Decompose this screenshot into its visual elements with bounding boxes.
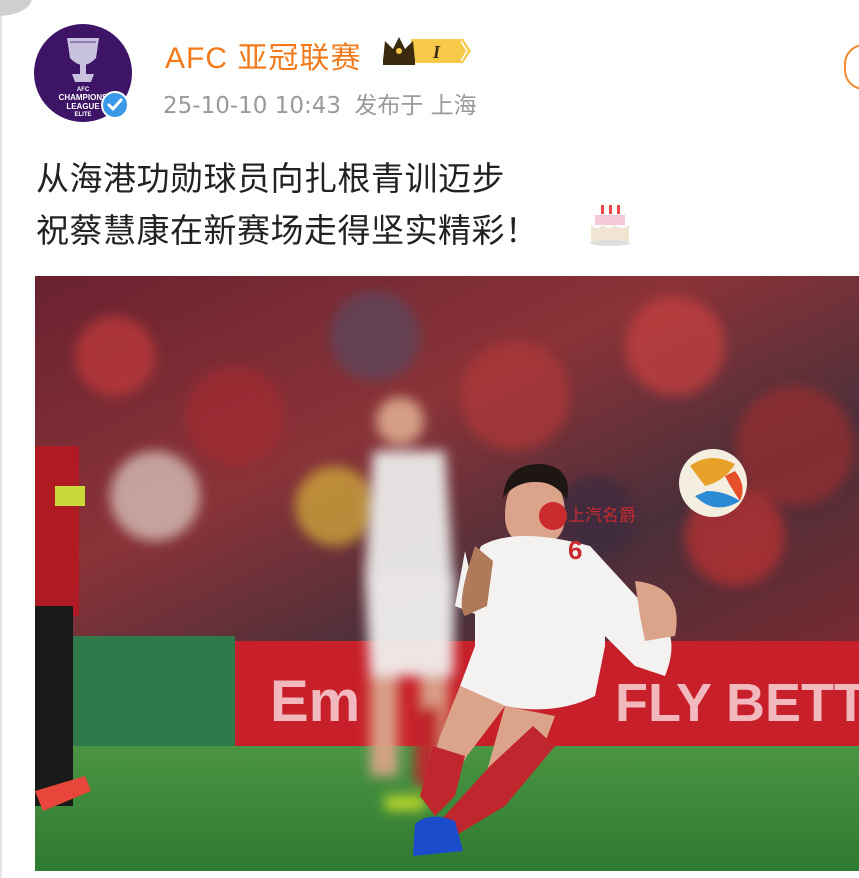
jersey-logo bbox=[539, 502, 567, 530]
football bbox=[679, 449, 747, 517]
jersey-sponsor: 上汽名爵 bbox=[568, 506, 636, 526]
post-photo[interactable]: Em FLY BETTER bbox=[35, 276, 859, 871]
jersey-number: 6 bbox=[568, 535, 582, 565]
ad-board-text-left: Em bbox=[270, 669, 360, 734]
crown-icon bbox=[383, 37, 415, 65]
rank-badge[interactable]: I bbox=[381, 33, 471, 69]
follow-button[interactable] bbox=[844, 44, 859, 90]
corner-decoration bbox=[0, 0, 32, 16]
birthday-cake-icon bbox=[590, 205, 630, 246]
post-meta: 25-10-10 10:43 发布于 上海 bbox=[163, 86, 483, 120]
post-timestamp: 25-10-10 10:43 bbox=[163, 93, 341, 119]
verified-check-icon bbox=[101, 91, 129, 119]
post-text-line: 祝蔡慧康在新赛场走得坚实精彩！ bbox=[36, 211, 539, 250]
rank-badge-label: I bbox=[432, 42, 441, 62]
post-location: 发布于 上海 bbox=[354, 93, 477, 119]
account-name[interactable]: AFC 亚冠联赛 bbox=[165, 33, 361, 77]
ad-board-text-right: FLY BETTER bbox=[615, 673, 859, 733]
left-edge-divider bbox=[0, 0, 2, 878]
post-text-line: 从海港功勋球员向扎根青训迈步 bbox=[36, 159, 505, 198]
